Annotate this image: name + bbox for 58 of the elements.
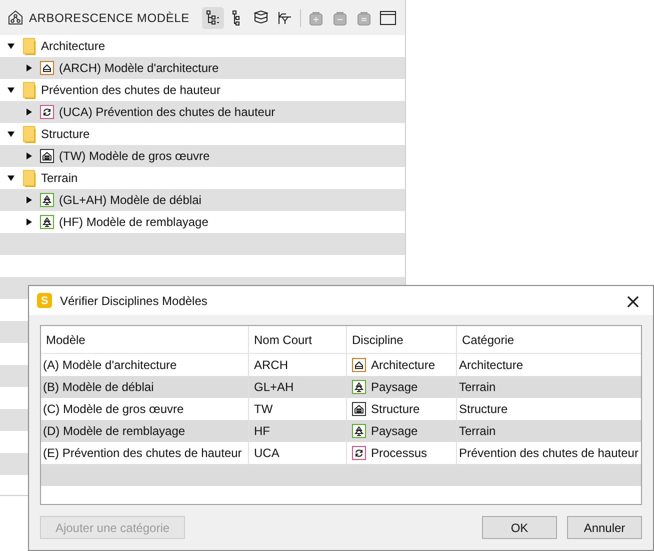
tree-row[interactable]: (UCA) Prévention des chutes de hauteur: [0, 101, 405, 123]
table-cell-text: Architecture: [458, 357, 524, 374]
column-header[interactable]: Catégorie: [457, 326, 641, 353]
tree-item-label: Terrain: [41, 171, 78, 185]
dialog-title: Vérifier Disciplines Modèles: [60, 294, 208, 308]
expanded-triangle-icon[interactable]: [7, 42, 15, 50]
column-header[interactable]: Discipline: [347, 326, 457, 353]
collapsed-triangle-icon[interactable]: [25, 108, 33, 116]
panel-title: ARBORESCENCE MODÈLE: [29, 10, 190, 24]
table-cell: Architecture: [371, 358, 436, 372]
tree-item-label: (GL+AH) Modèle de déblai: [59, 193, 202, 207]
house-icon: [40, 61, 54, 75]
tree-item-label: Architecture: [41, 39, 106, 53]
table-cell-text: Structure: [458, 401, 509, 418]
network-house-icon: [8, 10, 23, 25]
tree-icon: [352, 380, 366, 394]
tree-view-icon[interactable]: [202, 6, 224, 28]
column-header[interactable]: Modèle: [41, 326, 249, 353]
app-badge: S: [37, 293, 52, 308]
table-cell-text: Terrain: [458, 423, 497, 440]
building-icon: [352, 402, 366, 416]
collapsed-triangle-icon[interactable]: [25, 152, 33, 160]
folder-icon: [23, 126, 36, 142]
column-header[interactable]: Nom Court: [249, 326, 347, 353]
expanded-triangle-icon[interactable]: [7, 130, 15, 138]
table-cell-text: Terrain: [458, 379, 497, 396]
folder-icon: [23, 82, 36, 98]
cycle-icon: [40, 105, 54, 119]
dialog-button[interactable]: OK: [482, 516, 557, 539]
collapsed-triangle-icon[interactable]: [25, 218, 33, 226]
tree-row[interactable]: (TW) Modèle de gros œuvre: [0, 145, 405, 167]
tree-item-label: (HF) Modèle de remblayage: [59, 215, 208, 229]
table-cell: Structure: [371, 402, 420, 416]
tree-item-label: (TW) Modèle de gros œuvre: [59, 149, 210, 163]
cycle-icon: [352, 446, 366, 460]
expanded-triangle-icon[interactable]: [7, 174, 15, 182]
table-cell: Processus: [371, 446, 428, 460]
tree-item-label: Prévention des chutes de hauteur: [41, 83, 220, 97]
tree-row[interactable]: (GL+AH) Modèle de déblai: [0, 189, 405, 211]
table-cell: Paysage: [371, 424, 418, 438]
collapsed-triangle-icon[interactable]: [25, 64, 33, 72]
tree-icon: [40, 193, 54, 207]
tree-item-label: Structure: [41, 127, 90, 141]
building-icon: [40, 149, 54, 163]
collapsed-triangle-icon[interactable]: [25, 196, 33, 204]
tree-icon: [352, 424, 366, 438]
tree-item-label: (UCA) Prévention des chutes de hauteur: [59, 105, 276, 119]
tree-icon: [40, 215, 54, 229]
table-cell-text: Prévention des chutes de hauteur: [458, 445, 640, 462]
house-icon: [352, 358, 366, 372]
table-cell: Paysage: [371, 380, 418, 394]
dialog-button[interactable]: Annuler: [567, 516, 642, 539]
expanded-triangle-icon[interactable]: [7, 86, 15, 94]
close-button[interactable]: ×: [613, 286, 653, 314]
folder-icon: [23, 170, 36, 186]
folder-icon: [23, 38, 36, 54]
tree-item-label: (ARCH) Modèle d'architecture: [59, 61, 219, 75]
tree-row[interactable]: (ARCH) Modèle d'architecture: [0, 57, 405, 79]
